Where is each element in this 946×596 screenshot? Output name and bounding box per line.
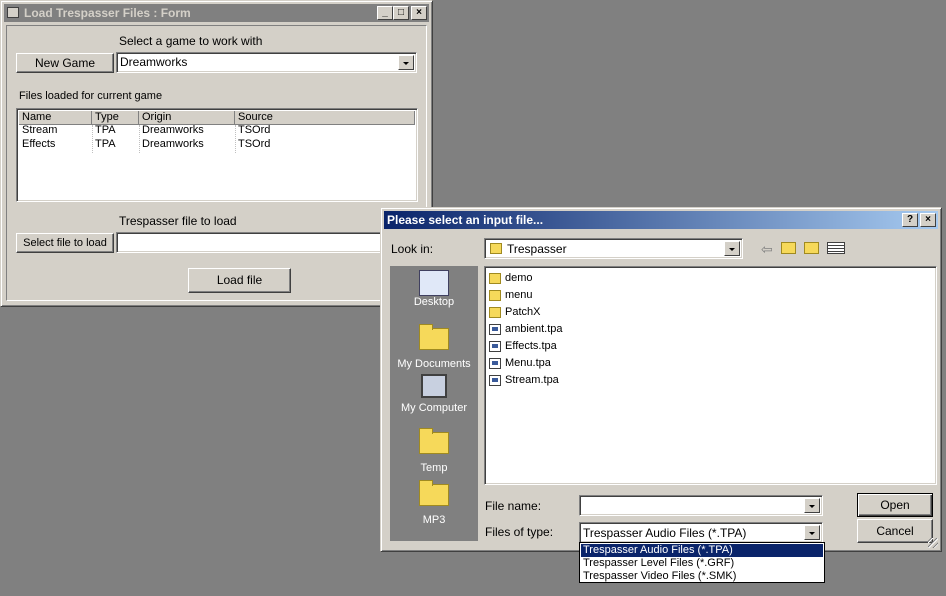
tpa-file-icon (489, 374, 501, 386)
place-my-documents[interactable]: My Documents (390, 322, 478, 370)
new-folder-icon[interactable] (804, 242, 819, 254)
folder-icon (489, 289, 501, 301)
type-option-audio[interactable]: Trespasser Audio Files (*.TPA) (581, 544, 823, 557)
table-row[interactable]: Effects TPA Dreamworks TSOrd (19, 138, 415, 152)
column-header-type[interactable]: Type (92, 111, 139, 125)
select-file-button[interactable]: Select file to load (16, 233, 114, 253)
place-desktop[interactable]: Desktop (390, 270, 478, 308)
temp-folder-icon (418, 428, 450, 462)
tpa-file-icon (489, 357, 501, 369)
close-icon[interactable]: × (411, 6, 427, 20)
list-item[interactable]: demo (489, 270, 533, 286)
folder-icon (489, 272, 501, 284)
back-arrow-icon[interactable]: ⇦ (761, 241, 773, 258)
chevron-down-icon[interactable] (804, 525, 820, 540)
column-header-name[interactable]: Name (19, 111, 92, 125)
chevron-down-icon[interactable] (398, 55, 414, 70)
load-file-button[interactable]: Load file (188, 268, 291, 293)
places-sidebar: Desktop My Documents My Computer Temp MP… (390, 266, 478, 541)
list-item[interactable]: Menu.tpa (489, 355, 551, 371)
place-my-computer[interactable]: My Computer (390, 374, 478, 414)
form-title: Load Trespasser Files : Form (24, 6, 191, 20)
game-select[interactable]: Dreamworks (116, 52, 417, 73)
file-name-label: File name: (485, 499, 542, 513)
list-item[interactable]: menu (489, 287, 533, 303)
game-select-value: Dreamworks (120, 55, 188, 69)
tpa-file-icon (489, 323, 501, 335)
list-item[interactable]: Effects.tpa (489, 338, 557, 354)
form-window-icon (7, 7, 19, 18)
my-documents-icon (418, 324, 450, 358)
view-menu-icon[interactable] (827, 242, 845, 254)
form-titlebar[interactable]: Load Trespasser Files : Form _ □ × (4, 4, 429, 22)
desktop-icon (419, 270, 449, 296)
type-option-video[interactable]: Trespasser Video Files (*.SMK) (581, 570, 823, 583)
mp3-folder-icon (418, 480, 450, 514)
open-button[interactable]: Open (857, 493, 933, 517)
select-game-label: Select a game to work with (119, 34, 263, 48)
dialog-titlebar[interactable]: Please select an input file... ? × (384, 211, 938, 229)
files-loaded-label: Files loaded for current game (19, 90, 163, 102)
table-row[interactable]: Stream TPA Dreamworks TSOrd (19, 124, 415, 138)
files-of-type-select[interactable]: Trespasser Audio Files (*.TPA) (579, 522, 823, 543)
up-folder-icon[interactable] (781, 242, 796, 254)
folder-icon (490, 243, 502, 254)
files-listview[interactable]: Name Type Origin Source Stream TPA Dream… (16, 108, 418, 202)
files-of-type-dropdown-list[interactable]: Trespasser Audio Files (*.TPA) Trespasse… (579, 542, 825, 583)
column-divider (235, 125, 236, 153)
list-item[interactable]: PatchX (489, 304, 540, 320)
chevron-down-icon[interactable] (724, 241, 740, 256)
column-header-origin[interactable]: Origin (139, 111, 235, 125)
look-in-value: Trespasser (507, 242, 567, 256)
new-game-button[interactable]: New Game (16, 53, 114, 73)
type-option-level[interactable]: Trespasser Level Files (*.GRF) (581, 557, 823, 570)
file-list[interactable]: demo menu PatchX ambient.tpa Effects.tpa… (484, 266, 937, 485)
column-header-source[interactable]: Source (235, 111, 415, 125)
column-divider (139, 125, 140, 153)
files-of-type-label: Files of type: (485, 525, 554, 539)
load-files-form-window: Load Trespasser Files : Form _ □ × Selec… (0, 0, 433, 307)
cancel-button[interactable]: Cancel (857, 519, 933, 543)
look-in-select[interactable]: Trespasser (484, 238, 743, 259)
my-computer-icon (421, 374, 447, 398)
dialog-title: Please select an input file... (387, 213, 544, 227)
list-item[interactable]: ambient.tpa (489, 321, 562, 337)
look-in-label: Look in: (391, 242, 434, 256)
close-icon[interactable]: × (920, 213, 936, 227)
place-temp[interactable]: Temp (390, 426, 478, 474)
tpa-file-icon (489, 340, 501, 352)
file-dialog-window: Please select an input file... ? × Look … (380, 207, 942, 552)
files-of-type-value: Trespasser Audio Files (*.TPA) (583, 526, 747, 540)
resize-grip-icon[interactable] (928, 538, 938, 548)
help-icon[interactable]: ? (902, 213, 918, 227)
folder-icon (489, 306, 501, 318)
maximize-icon[interactable]: □ (393, 6, 409, 20)
file-name-input[interactable] (579, 495, 823, 516)
file-to-load-input[interactable] (116, 232, 417, 253)
place-mp3[interactable]: MP3 (390, 478, 478, 526)
minimize-icon[interactable]: _ (377, 6, 393, 20)
column-divider (92, 125, 93, 153)
chevron-down-icon[interactable] (804, 498, 820, 513)
list-item[interactable]: Stream.tpa (489, 372, 559, 388)
file-to-load-label: Trespasser file to load (119, 214, 237, 228)
